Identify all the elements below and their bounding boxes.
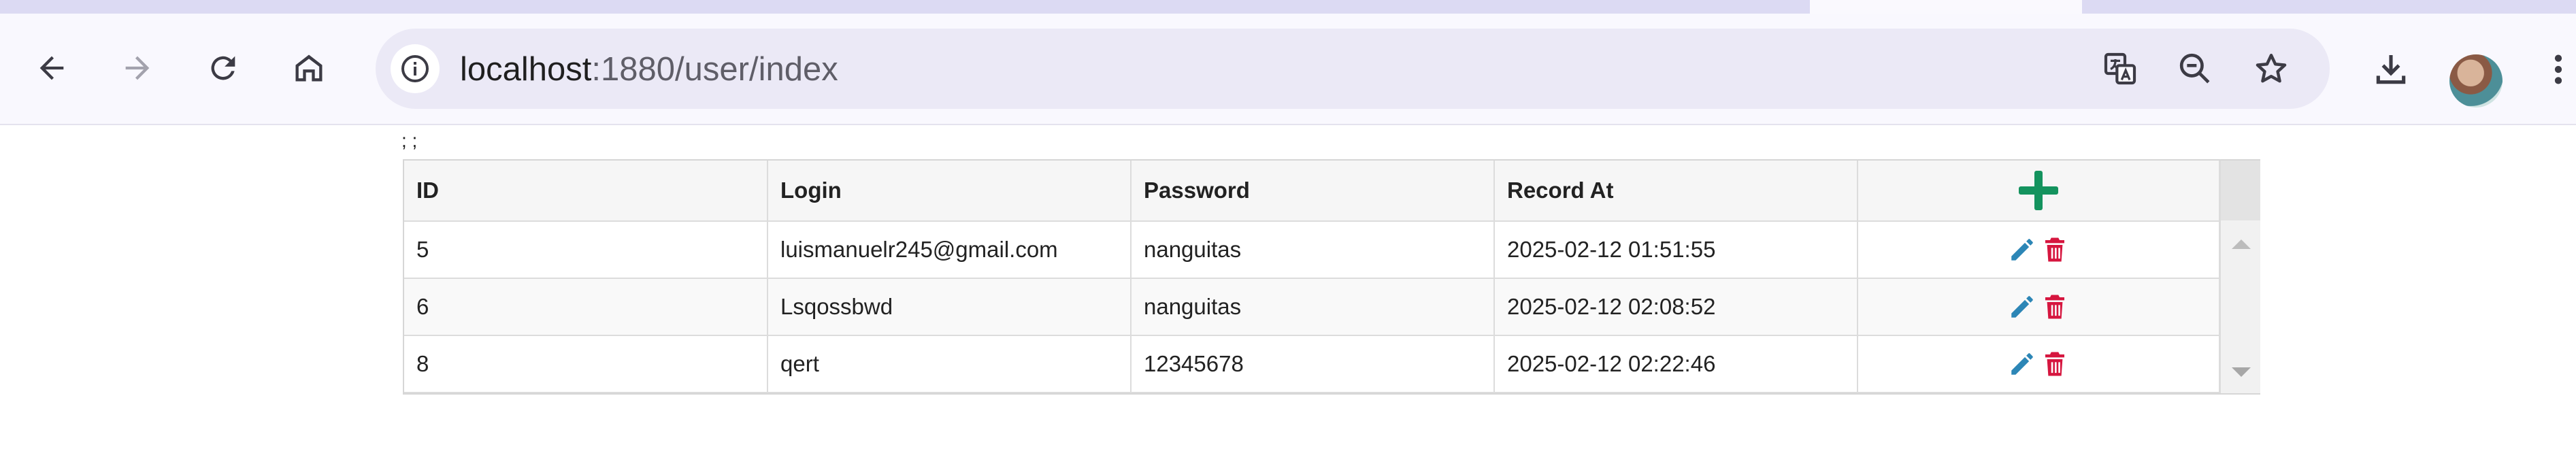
url-path: :1880/user/index (591, 51, 838, 88)
vertical-scrollbar[interactable] (2219, 161, 2260, 393)
table-header-row: ID Login Password Record At (404, 161, 2220, 222)
translate-button[interactable] (2097, 46, 2143, 92)
column-header-id[interactable]: ID (404, 161, 768, 222)
scroll-down-arrow-icon[interactable] (2232, 367, 2251, 377)
site-info-icon (401, 55, 429, 82)
cell-id: 5 (404, 221, 768, 279)
url-host: localhost (460, 51, 592, 88)
delete-trash-icon[interactable] (2041, 235, 2069, 264)
zoom-out-icon (2179, 53, 2210, 84)
cell-login: luismanuelr245@gmail.com (767, 221, 1132, 279)
users-table: ID Login Password Record At 5 luismanuel… (404, 161, 2220, 393)
browser-menu-button[interactable] (2545, 46, 2572, 93)
cell-password: nanguitas (1131, 221, 1495, 279)
column-header-actions (1857, 161, 2220, 222)
table-row[interactable]: 6 Lsqossbwd nanguitas 2025-02-12 02:08:5… (404, 278, 2220, 336)
column-header-password[interactable]: Password (1131, 161, 1495, 222)
edit-pencil-icon[interactable] (2008, 350, 2036, 378)
delete-trash-icon[interactable] (2041, 350, 2069, 378)
cell-actions (1857, 335, 2220, 393)
cell-password: 12345678 (1131, 335, 1495, 393)
add-user-icon[interactable] (2017, 169, 2060, 212)
column-header-record-at[interactable]: Record At (1494, 161, 1858, 222)
active-tab[interactable] (1810, 0, 2082, 14)
home-button[interactable] (287, 46, 331, 90)
translate-icon (2104, 52, 2136, 85)
site-info-button[interactable] (391, 44, 440, 93)
inactive-tab-area-right[interactable] (2082, 0, 2576, 14)
tab-strip (0, 0, 2576, 14)
cell-login: Lsqossbwd (767, 278, 1132, 336)
reload-button[interactable] (201, 46, 245, 90)
delete-trash-icon[interactable] (2041, 293, 2069, 321)
table-row[interactable]: 5 luismanuelr245@gmail.com nanguitas 202… (404, 221, 2220, 279)
download-icon (2376, 55, 2406, 84)
forward-button[interactable] (116, 46, 159, 90)
table-row[interactable]: 8 qert 12345678 2025-02-12 02:22:46 (404, 335, 2220, 393)
zoom-button[interactable] (2172, 46, 2218, 92)
cell-actions (1857, 278, 2220, 336)
column-header-login[interactable]: Login (767, 161, 1132, 222)
cell-record-at: 2025-02-12 01:51:55 (1494, 221, 1858, 279)
browser-toolbar: localhost:1880/user/index (0, 14, 2576, 125)
cell-password: nanguitas (1131, 278, 1495, 336)
scrollbar-header-cap (2221, 161, 2260, 220)
cell-id: 6 (404, 278, 768, 336)
reload-icon (211, 56, 235, 80)
cell-actions (1857, 221, 2220, 279)
users-grid: ID Login Password Record At 5 luismanuel… (403, 159, 2260, 395)
inactive-tab-area[interactable] (0, 0, 1810, 14)
cell-record-at: 2025-02-12 02:22:46 (1494, 335, 1858, 393)
edit-pencil-icon[interactable] (2008, 293, 2036, 321)
home-icon (295, 54, 323, 82)
address-bar[interactable]: localhost:1880/user/index (376, 29, 2330, 109)
cell-id: 8 (404, 335, 768, 393)
page-note-text: ; ; (401, 130, 418, 151)
bookmark-star-icon (2256, 53, 2287, 83)
scroll-up-arrow-icon[interactable] (2232, 239, 2251, 249)
bookmark-button[interactable] (2248, 46, 2294, 92)
forward-arrow-icon (125, 56, 150, 80)
kebab-menu-icon (2554, 54, 2562, 84)
cell-record-at: 2025-02-12 02:08:52 (1494, 278, 1858, 336)
url-text[interactable]: localhost:1880/user/index (460, 49, 838, 90)
downloads-button[interactable] (2368, 46, 2414, 93)
edit-pencil-icon[interactable] (2008, 235, 2036, 264)
profile-avatar[interactable] (2449, 54, 2503, 107)
back-arrow-icon (39, 56, 64, 80)
cell-login: qert (767, 335, 1132, 393)
back-button[interactable] (30, 46, 73, 90)
